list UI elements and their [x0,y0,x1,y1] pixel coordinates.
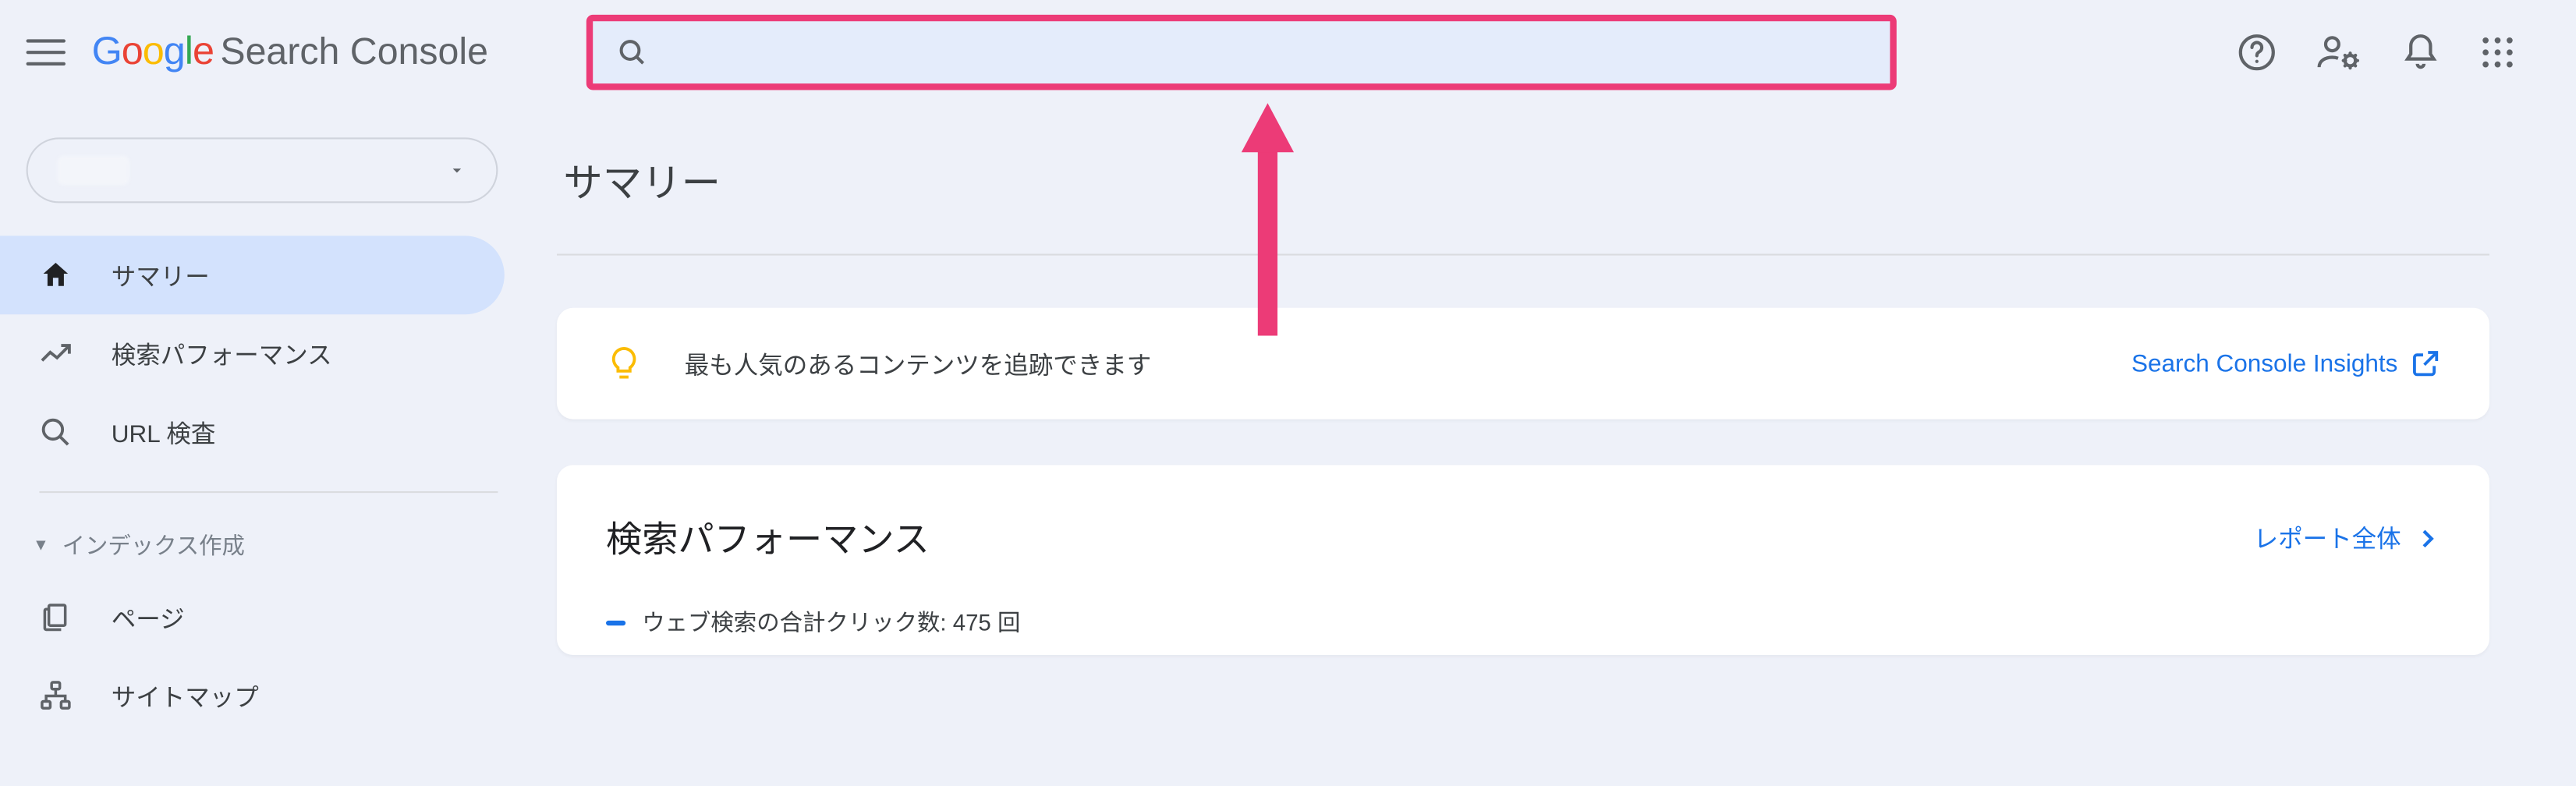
trend-icon [39,338,75,370]
sidebar-item-label: サマリー [112,258,210,292]
sidebar-item-label: サイトマップ [112,678,259,713]
search-input[interactable] [586,15,1897,90]
sidebar-item-label: 検索パフォーマンス [112,337,332,371]
sidebar-item-performance[interactable]: 検索パフォーマンス [0,314,505,393]
help-icon[interactable] [2238,33,2277,72]
property-selector[interactable] [27,137,498,203]
product-logo: Google Search Console [92,30,488,76]
home-icon [39,259,75,292]
sidebar-item-label: URL 検査 [112,415,216,449]
sidebar-item-sitemaps[interactable]: サイトマップ [0,657,505,735]
caret-down-icon [447,155,466,185]
search-icon [39,416,75,448]
link-label: Search Console Insights [2131,349,2397,377]
apps-icon[interactable] [2479,34,2515,70]
product-name: Search Console [220,30,488,74]
insights-link[interactable]: Search Console Insights [2131,349,2440,378]
link-label: レポート全体 [2254,520,2401,554]
notifications-icon[interactable] [2401,33,2440,72]
open-external-icon [2411,349,2440,378]
metric-label: ウェブ検索の合計クリック数: 475 回 [642,606,1020,639]
search-icon [616,36,649,69]
sidebar-item-label: ページ [112,600,185,635]
insights-banner: 最も人気のあるコンテンツを追跡できます Search Console Insig… [557,308,2489,420]
pages-icon [39,601,75,634]
annotation-arrow [1235,90,1301,335]
sidebar-item-url-inspect[interactable]: URL 検査 [0,393,505,472]
triangle-down-icon: ▼ [33,536,49,554]
full-report-link[interactable]: レポート全体 [2254,520,2440,554]
sidebar-section-indexing[interactable]: ▼ インデックス作成 [0,512,524,578]
user-settings-icon[interactable] [2316,33,2362,72]
banner-text: 最も人気のあるコンテンツを追跡できます [685,346,1152,381]
sitemap-icon [39,679,75,712]
sidebar-item-pages[interactable]: ページ [0,578,505,657]
performance-heading: 検索パフォーマンス [606,511,930,563]
hamburger-menu[interactable] [27,33,66,72]
performance-card: 検索パフォーマンス レポート全体 ウェブ検索の合計クリック数: 475 回 [557,465,2489,655]
legend-swatch [606,620,625,625]
property-name-redacted [58,155,129,185]
chevron-right-icon [2414,523,2440,551]
clicks-metric: ウェブ検索の合計クリック数: 475 回 [606,606,2440,639]
sidebar-item-summary[interactable]: サマリー [0,235,505,314]
page-title: サマリー [563,150,2489,207]
lightbulb-icon [606,345,642,381]
sidebar-section-label: インデックス作成 [62,529,245,561]
